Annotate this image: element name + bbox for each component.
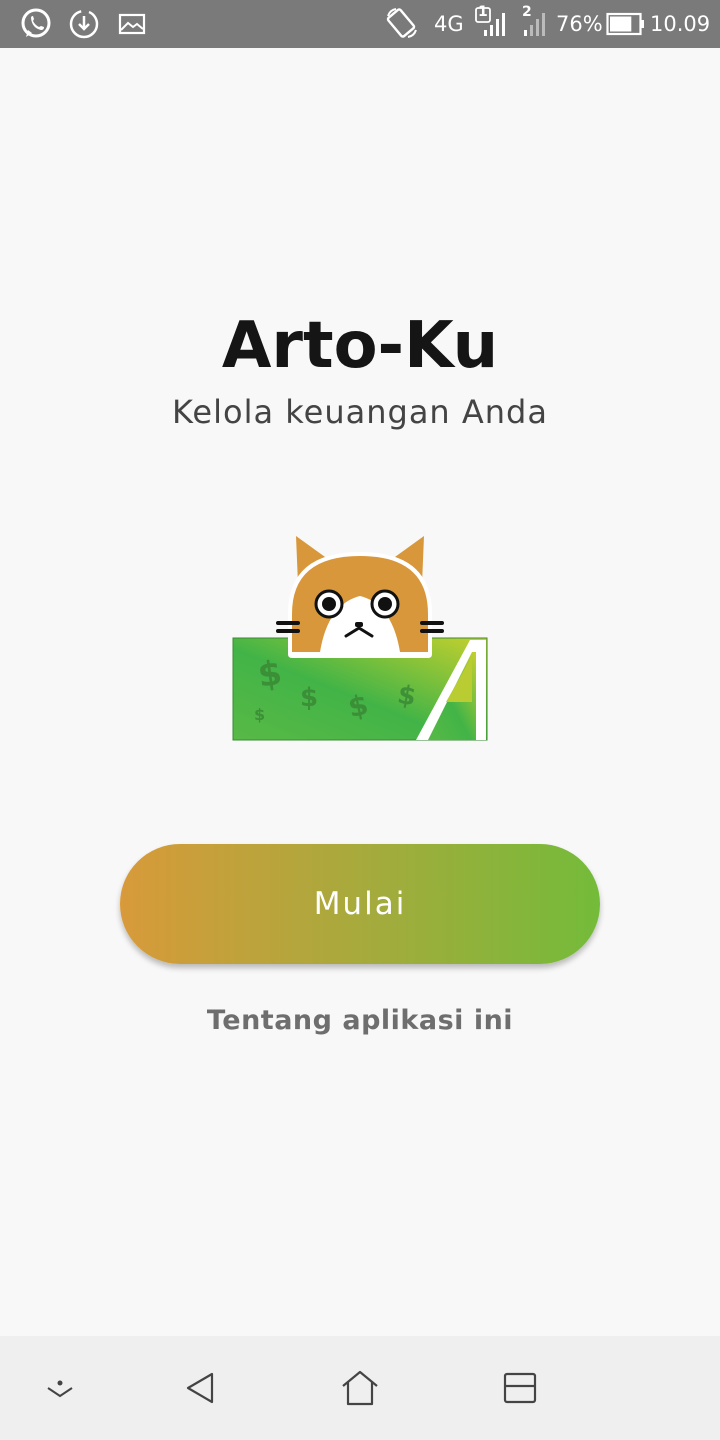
download-icon <box>68 0 100 48</box>
navigation-bar <box>0 1336 720 1440</box>
recents-icon <box>503 1372 537 1404</box>
clock: 10.09 <box>650 12 711 36</box>
back-icon <box>186 1372 214 1404</box>
battery-icon <box>606 0 646 48</box>
home-icon <box>342 1370 378 1406</box>
sim1-label: 1 <box>478 4 488 20</box>
app-logo: $ $ $ $ $ <box>232 536 488 741</box>
back-button[interactable] <box>160 1336 240 1440</box>
recents-button[interactable] <box>480 1336 560 1440</box>
app-subtitle: Kelola keuangan Anda <box>172 393 548 431</box>
svg-text:$: $ <box>254 705 265 724</box>
home-button[interactable] <box>320 1336 400 1440</box>
network-type: 4G <box>434 12 464 36</box>
battery-percent: 76% <box>556 12 603 36</box>
status-bar: 4G 1 2 76% 10.09 <box>0 0 720 48</box>
about-app-link[interactable]: Tentang aplikasi ini <box>0 1000 720 1042</box>
sim2-label: 2 <box>522 4 532 20</box>
rotate-icon <box>384 0 420 48</box>
app-title: Arto-Ku <box>221 309 499 383</box>
hide-nav-icon <box>47 1380 73 1398</box>
svg-text:$: $ <box>300 683 318 713</box>
image-icon <box>118 0 146 48</box>
start-button[interactable]: Mulai <box>120 844 600 964</box>
whatsapp-icon <box>18 0 54 48</box>
hide-nav-button[interactable] <box>20 1336 100 1440</box>
